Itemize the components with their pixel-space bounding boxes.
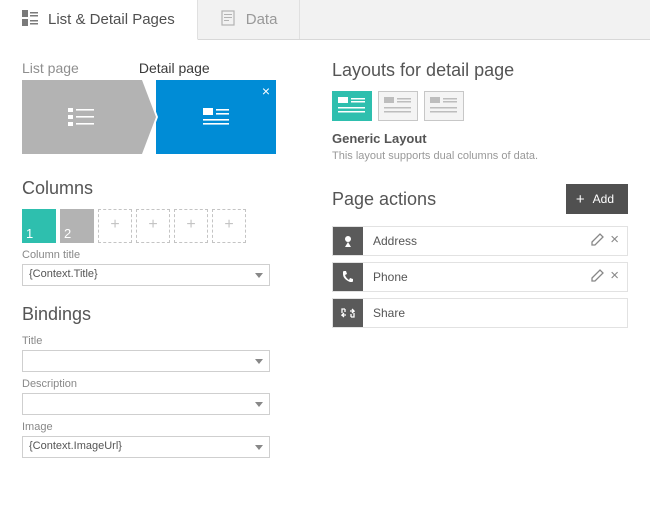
tab-label: List & Detail Pages (48, 11, 175, 28)
column-chip-2[interactable]: 2 (60, 209, 94, 243)
column-title-label: Column title (22, 249, 292, 261)
add-page-action-button[interactable]: + Add (566, 184, 628, 214)
page-action-item[interactable]: Address × (332, 226, 628, 256)
add-column-button[interactable]: + (136, 209, 170, 243)
address-pin-icon (333, 227, 363, 255)
data-icon (220, 10, 236, 30)
close-icon[interactable]: × (262, 84, 270, 98)
list-detail-icon (22, 10, 38, 30)
tab-label: Data (246, 11, 278, 28)
page-action-label: Address (363, 234, 591, 248)
add-column-button[interactable]: + (212, 209, 246, 243)
layout-option-generic[interactable] (332, 91, 372, 121)
subtab-list-page[interactable]: List page (22, 60, 79, 76)
layouts-heading: Layouts for detail page (332, 60, 628, 81)
binding-description-select[interactable] (22, 393, 270, 415)
layout-description: This layout supports dual columns of dat… (332, 150, 628, 162)
plus-icon: + (576, 191, 585, 208)
layout-option-3[interactable] (424, 91, 464, 121)
layout-icon (338, 97, 366, 115)
detail-thumb-icon (203, 108, 229, 126)
layout-option-2[interactable] (378, 91, 418, 121)
share-icon (333, 299, 363, 327)
delete-icon[interactable]: × (610, 269, 619, 285)
binding-image-select[interactable]: {Context.ImageUrl} (22, 436, 270, 458)
tab-data[interactable]: Data (198, 0, 301, 39)
column-chip-1[interactable]: 1 (22, 209, 56, 243)
edit-icon[interactable] (591, 233, 604, 249)
phone-icon (333, 263, 363, 291)
column-title-select[interactable]: {Context.Title} (22, 264, 270, 286)
edit-icon[interactable] (591, 269, 604, 285)
layout-name: Generic Layout (332, 131, 628, 146)
bindings-heading: Bindings (22, 304, 292, 325)
binding-image-label: Image (22, 421, 292, 433)
add-column-button[interactable]: + (174, 209, 208, 243)
page-action-item[interactable]: Phone × (332, 262, 628, 292)
columns-heading: Columns (22, 178, 292, 199)
binding-title-select[interactable] (22, 350, 270, 372)
add-button-label: Add (593, 192, 614, 206)
layout-icon (430, 97, 458, 115)
page-action-label: Share (363, 306, 619, 320)
page-action-label: Phone (363, 270, 591, 284)
subtab-detail-page[interactable]: Detail page (139, 60, 210, 76)
layout-icon (384, 97, 412, 115)
detail-page-thumb[interactable]: × (156, 80, 276, 154)
list-page-thumb[interactable] (22, 80, 142, 154)
page-actions-heading: Page actions (332, 189, 436, 210)
add-column-button[interactable]: + (98, 209, 132, 243)
binding-description-label: Description (22, 378, 292, 390)
list-thumb-icon (68, 106, 96, 128)
page-action-item[interactable]: Share (332, 298, 628, 328)
delete-icon[interactable]: × (610, 233, 619, 249)
tab-list-detail[interactable]: List & Detail Pages (0, 0, 198, 40)
binding-title-label: Title (22, 335, 292, 347)
